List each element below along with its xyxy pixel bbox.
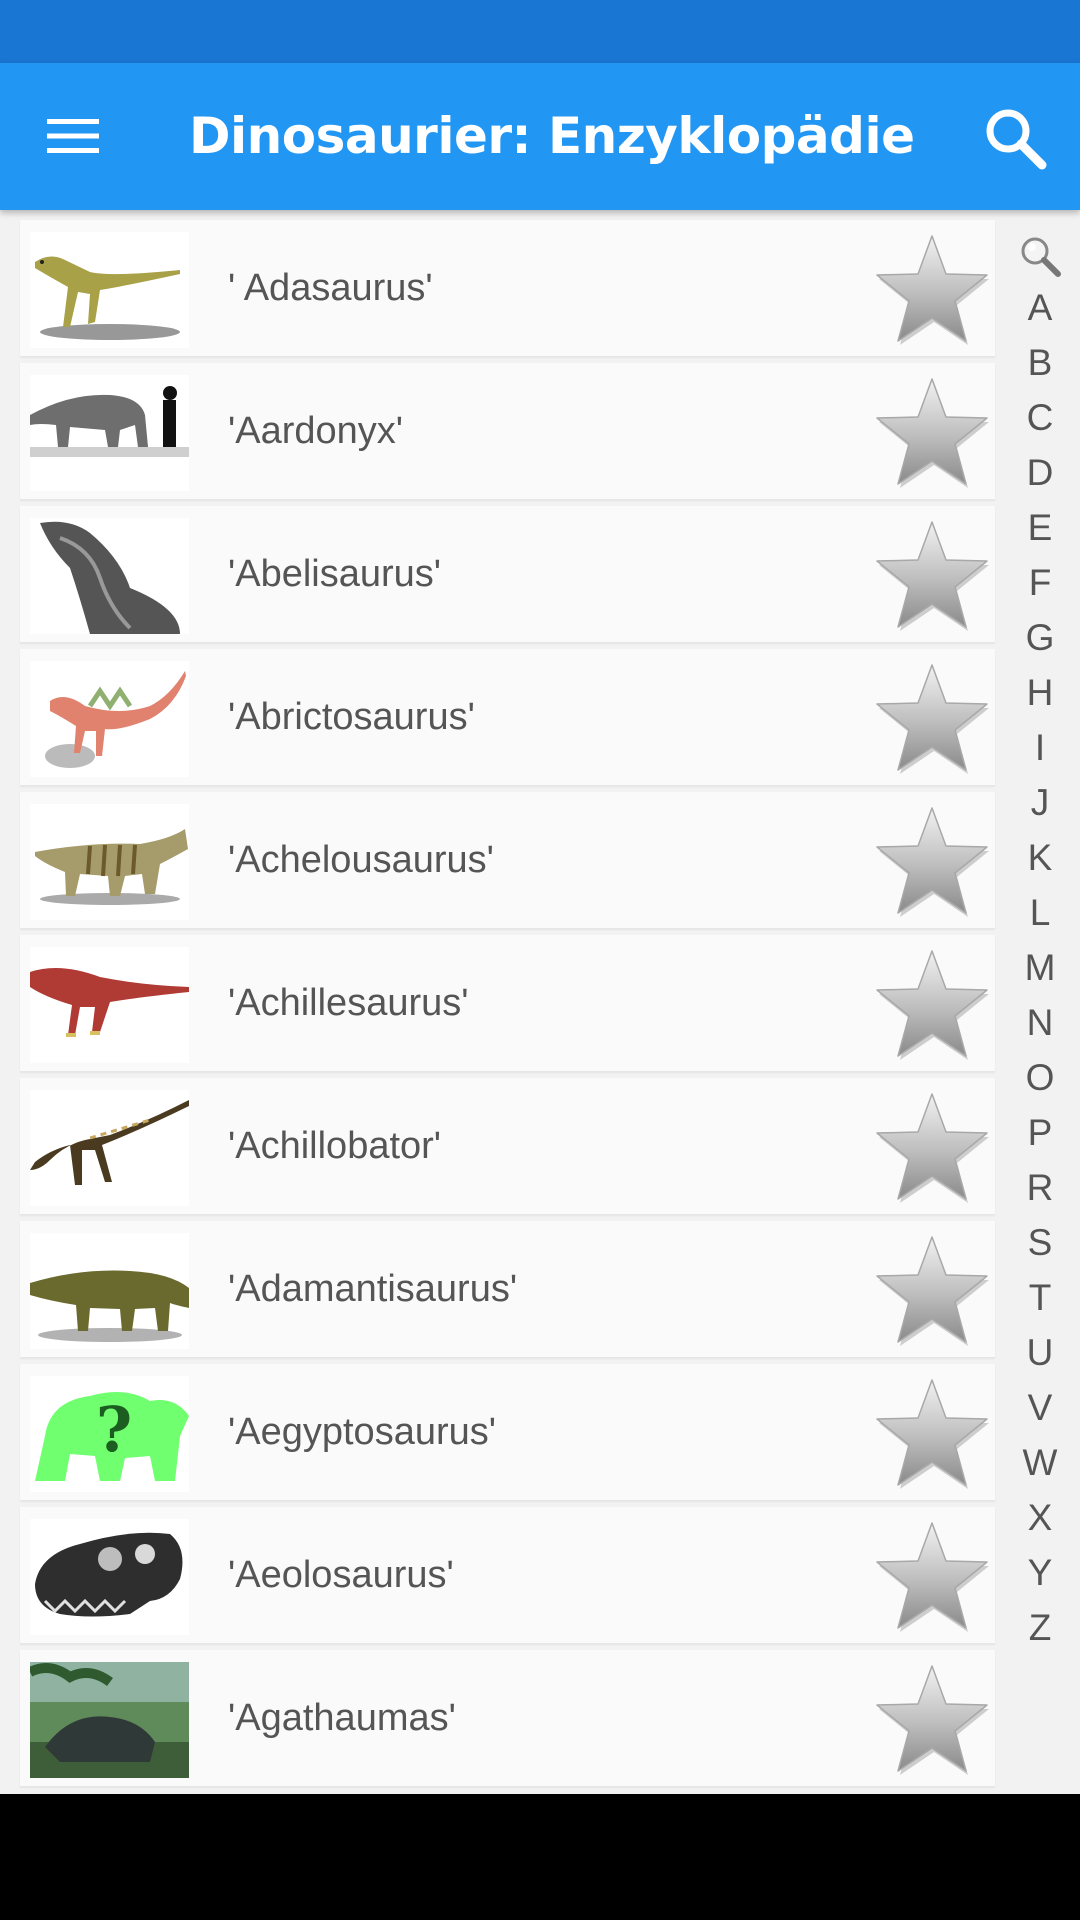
- index-letter-f[interactable]: F: [1000, 555, 1080, 610]
- screen: Dinosaurier: Enzyklopädie ' Adasaurus' 'A…: [0, 0, 1080, 1920]
- star-icon: [876, 1379, 989, 1489]
- search-icon: [986, 109, 1047, 170]
- favorite-star-button[interactable]: [871, 1660, 993, 1778]
- index-letter-o[interactable]: O: [1000, 1050, 1080, 1105]
- index-letter-a[interactable]: A: [1000, 280, 1080, 335]
- list-item[interactable]: ' Adasaurus': [20, 220, 995, 357]
- index-letter-k[interactable]: K: [1000, 830, 1080, 885]
- list-item[interactable]: 'Aardonyx': [20, 363, 995, 500]
- index-letter-g[interactable]: G: [1000, 610, 1080, 665]
- index-letter-v[interactable]: V: [1000, 1380, 1080, 1435]
- dinosaur-name: 'Agathaumas': [228, 1697, 456, 1739]
- favorite-star-button[interactable]: [871, 1231, 993, 1349]
- star-icon: [876, 1522, 989, 1632]
- index-letter-s[interactable]: S: [1000, 1215, 1080, 1270]
- index-letter-n[interactable]: N: [1000, 995, 1080, 1050]
- star-icon: [876, 664, 989, 774]
- dinosaur-thumbnail: ?: [30, 1376, 189, 1492]
- dinosaur-thumbnail: [30, 804, 189, 920]
- dinosaur-thumbnail: [30, 375, 189, 491]
- star-icon: [876, 1665, 989, 1775]
- favorite-star-button[interactable]: [871, 230, 993, 348]
- dinosaur-thumbnail: [30, 1662, 189, 1778]
- star-icon: [876, 807, 989, 917]
- dinosaur-name: 'Abrictosaurus': [228, 696, 475, 738]
- dinosaur-list-area: ' Adasaurus' 'Aardonyx' 'Abelisaurus' 'Abri…: [0, 210, 1080, 1794]
- dinosaur-name: 'Aegyptosaurus': [228, 1411, 497, 1453]
- star-icon: [876, 235, 989, 345]
- index-letter-t[interactable]: T: [1000, 1270, 1080, 1325]
- index-letter-r[interactable]: R: [1000, 1160, 1080, 1215]
- index-letter-i[interactable]: I: [1000, 720, 1080, 775]
- index-letter-c[interactable]: C: [1000, 390, 1080, 445]
- dinosaur-name: 'Achillobator': [228, 1125, 442, 1167]
- navigation-bar-area: [0, 1794, 1080, 1920]
- index-letter-m[interactable]: M: [1000, 940, 1080, 995]
- dinosaur-thumbnail: [30, 232, 189, 348]
- dinosaur-name: 'Achillesaurus': [228, 982, 469, 1024]
- favorite-star-button[interactable]: [871, 945, 993, 1063]
- star-icon: [876, 521, 989, 631]
- app-bar: Dinosaurier: Enzyklopädie: [0, 63, 1080, 210]
- favorite-star-button[interactable]: [871, 1374, 993, 1492]
- favorite-star-button[interactable]: [871, 659, 993, 777]
- list-item[interactable]: 'Abrictosaurus': [20, 649, 995, 786]
- favorite-star-button[interactable]: [871, 1088, 993, 1206]
- index-letter-h[interactable]: H: [1000, 665, 1080, 720]
- dinosaur-thumbnail: [30, 661, 189, 777]
- index-letter-w[interactable]: W: [1000, 1435, 1080, 1490]
- dinosaur-list: ' Adasaurus' 'Aardonyx' 'Abelisaurus' 'Abri…: [20, 210, 995, 1793]
- dinosaur-name: 'Aeolosaurus': [228, 1554, 454, 1596]
- list-item[interactable]: 'Achelousaurus': [20, 792, 995, 929]
- index-letter-u[interactable]: U: [1000, 1325, 1080, 1380]
- magnifier-icon: [1021, 237, 1061, 277]
- list-item[interactable]: ? 'Aegyptosaurus': [20, 1364, 995, 1501]
- list-item[interactable]: 'Agathaumas': [20, 1650, 995, 1787]
- status-bar: [0, 0, 1080, 63]
- index-letter-x[interactable]: X: [1000, 1490, 1080, 1545]
- favorite-star-button[interactable]: [871, 802, 993, 920]
- list-item[interactable]: 'Achillesaurus': [20, 935, 995, 1072]
- dinosaur-name: 'Achelousaurus': [228, 839, 494, 881]
- dinosaur-name: 'Aardonyx': [228, 410, 404, 452]
- svg-text:?: ?: [96, 1393, 132, 1466]
- index-letter-j[interactable]: J: [1000, 775, 1080, 830]
- dinosaur-thumbnail: [30, 1519, 189, 1635]
- star-icon: [876, 1093, 989, 1203]
- index-letter-e[interactable]: E: [1000, 500, 1080, 555]
- menu-button[interactable]: [36, 99, 110, 173]
- dinosaur-thumbnail: [30, 1090, 189, 1206]
- list-item[interactable]: 'Achillobator': [20, 1078, 995, 1215]
- dinosaur-name: ' Adasaurus': [228, 267, 433, 309]
- alphabet-index: ABCDEFGHIJKLMNOPRSTUVWXYZ: [1000, 232, 1080, 1655]
- dinosaur-thumbnail: [30, 947, 189, 1063]
- index-letter-d[interactable]: D: [1000, 445, 1080, 500]
- index-letter-b[interactable]: B: [1000, 335, 1080, 390]
- dinosaur-thumbnail: [30, 518, 189, 634]
- dinosaur-name: 'Abelisaurus': [228, 553, 442, 595]
- star-icon: [876, 378, 989, 488]
- index-letter-p[interactable]: P: [1000, 1105, 1080, 1160]
- list-item[interactable]: 'Adamantisaurus': [20, 1221, 995, 1358]
- index-search-button[interactable]: [1000, 232, 1080, 280]
- list-item[interactable]: 'Abelisaurus': [20, 506, 995, 643]
- dinosaur-name: 'Adamantisaurus': [228, 1268, 518, 1310]
- dinosaur-thumbnail: [30, 1233, 189, 1349]
- index-letter-l[interactable]: L: [1000, 885, 1080, 940]
- star-icon: [876, 950, 989, 1060]
- index-letter-z[interactable]: Z: [1000, 1600, 1080, 1655]
- hamburger-menu-icon: [47, 119, 99, 153]
- index-letter-y[interactable]: Y: [1000, 1545, 1080, 1600]
- favorite-star-button[interactable]: [871, 516, 993, 634]
- list-item[interactable]: 'Aeolosaurus': [20, 1507, 995, 1644]
- favorite-star-button[interactable]: [871, 1517, 993, 1635]
- favorite-star-button[interactable]: [871, 373, 993, 491]
- search-button[interactable]: [970, 93, 1060, 183]
- app-title: Dinosaurier: Enzyklopädie: [189, 107, 915, 165]
- star-icon: [876, 1236, 989, 1346]
